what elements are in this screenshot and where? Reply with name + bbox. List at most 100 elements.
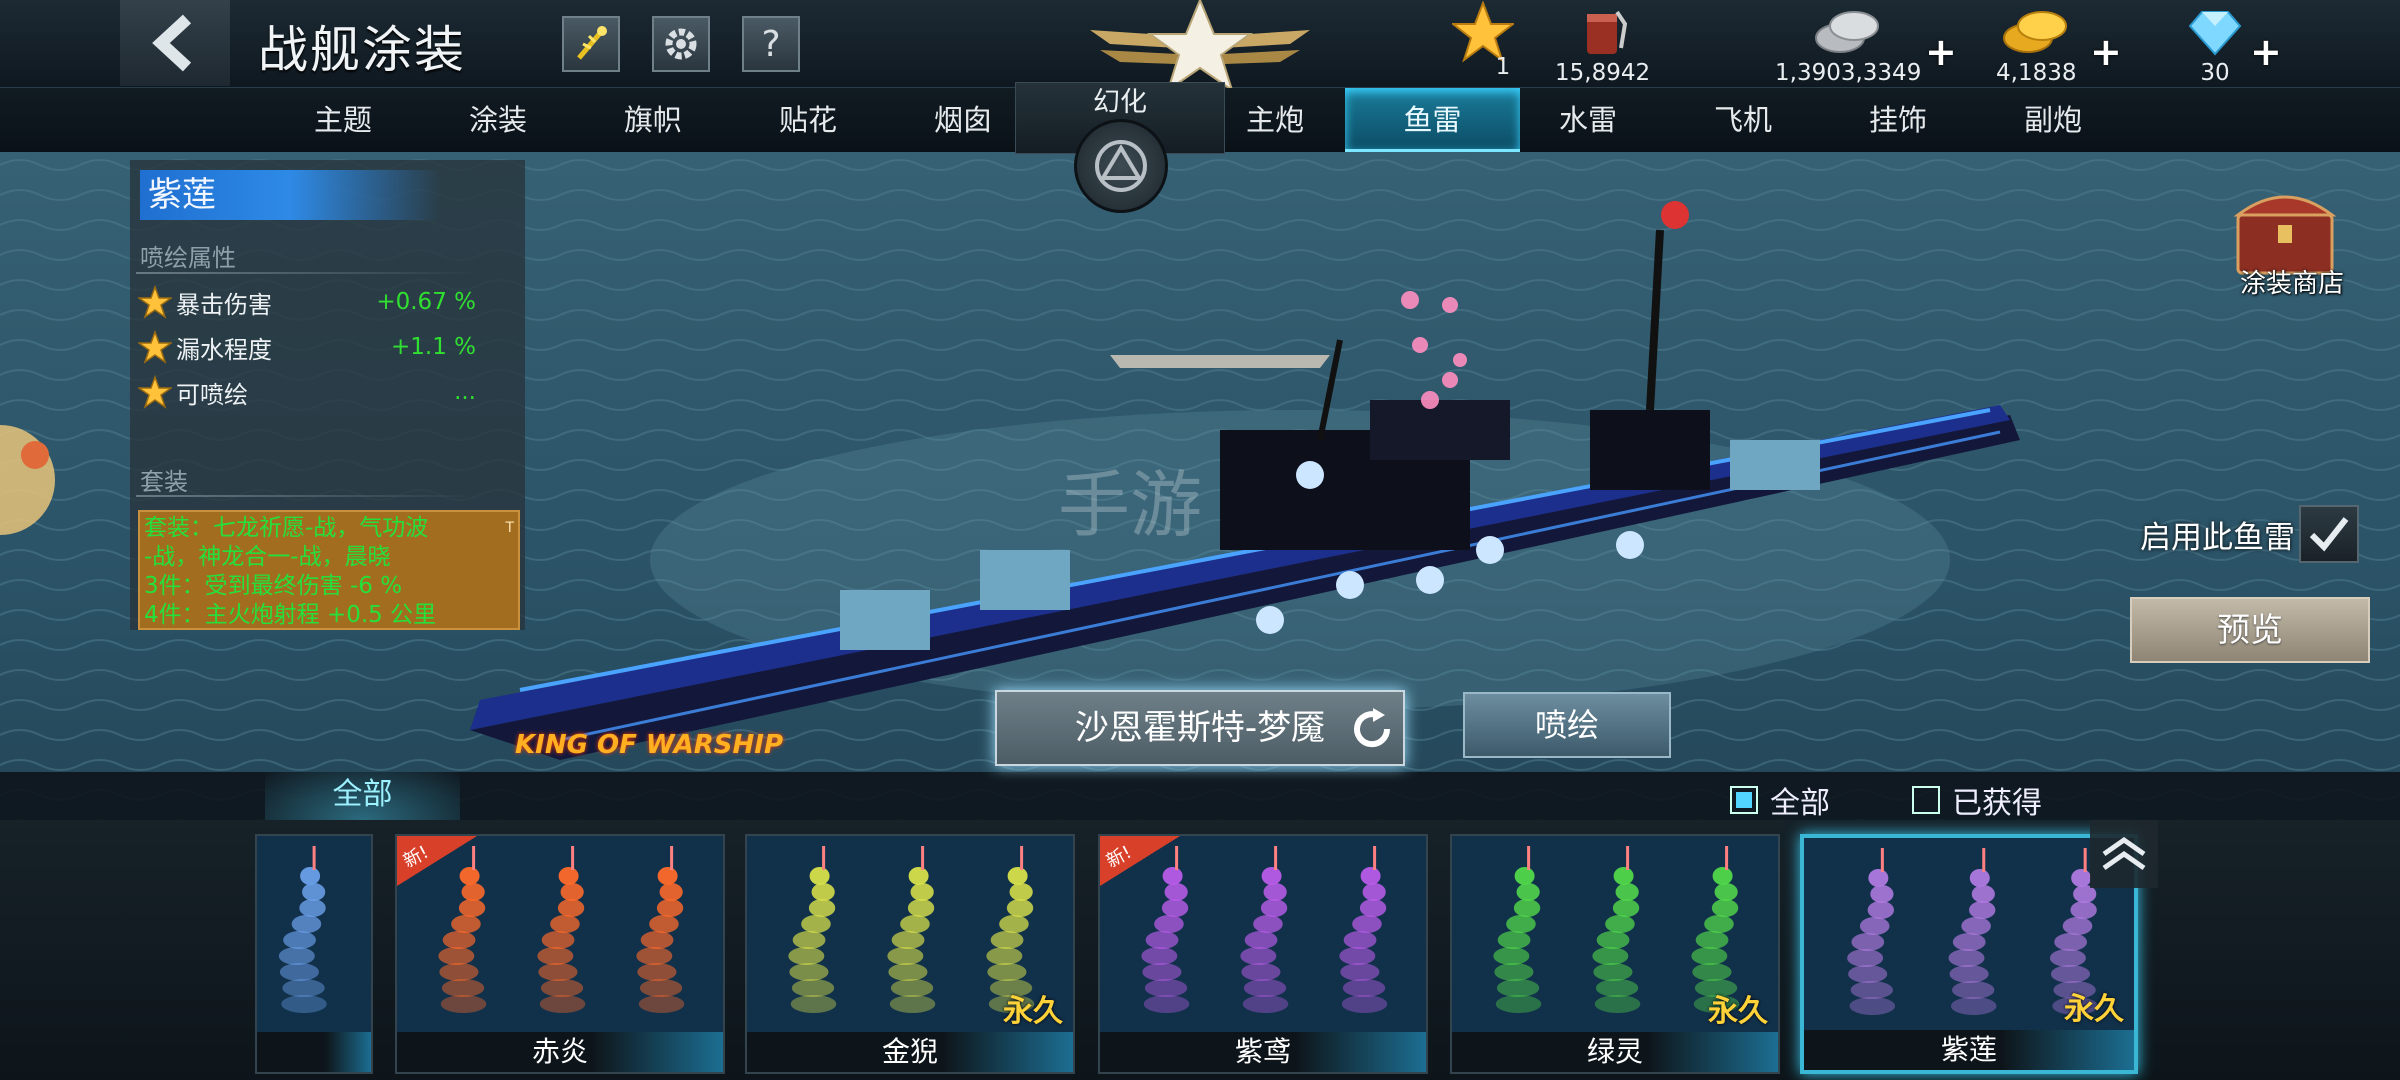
torpedo-effect-icon — [257, 836, 371, 1036]
add-gold-button[interactable]: + — [2090, 30, 2122, 74]
filter-bar: 全部 全部 已获得 — [0, 772, 2400, 822]
tab-paint[interactable]: 涂装 — [423, 88, 573, 152]
filter-option-owned[interactable]: 已获得 — [1912, 778, 2042, 822]
tab-decal[interactable]: 贴花 — [733, 88, 883, 152]
transform-icon — [1074, 119, 1168, 213]
ship-name: 沙恩霍斯特-梦魇 — [1074, 708, 1326, 748]
settings-button[interactable] — [652, 16, 710, 72]
transform-label: 幻化 — [1093, 87, 1147, 118]
add-silver-button[interactable]: + — [1925, 30, 1957, 74]
skin-card-name: 金猊 — [747, 1032, 1073, 1072]
skin-info-panel: 紫莲 喷绘属性 暴击伤害 +0.67 % 漏水程度 +1.1 % 可喷绘 ...… — [130, 160, 525, 630]
back-arrow-icon — [152, 14, 192, 72]
filter-all-label: 全部 — [1770, 786, 1830, 821]
tab-mine[interactable]: 水雷 — [1513, 88, 1663, 152]
filter-tab-all[interactable]: 全部 — [265, 772, 460, 820]
divider — [136, 495, 476, 497]
attribute-value: +1.1 % — [390, 334, 476, 360]
attribute-row: 暴击伤害 +0.67 % — [138, 282, 498, 322]
divider — [136, 272, 476, 274]
new-badge: 新! — [397, 836, 477, 886]
currency-gold: 4,1838 — [1996, 6, 2076, 86]
set-line: 套装：七龙祈愿-战，气功波 — [144, 515, 429, 541]
collapse-button[interactable] — [2090, 820, 2158, 888]
enable-torpedo-checkbox[interactable] — [2299, 505, 2359, 563]
filter-option-all[interactable]: 全部 — [1730, 778, 1830, 822]
currency-silver: 1,3903,3349 — [1775, 6, 1921, 86]
attribute-name: 漏水程度 — [176, 335, 272, 364]
paint-button[interactable]: 喷绘 — [1463, 692, 1671, 758]
double-chevron-up-icon — [2102, 836, 2146, 871]
set-tag: T — [505, 520, 514, 536]
skin-card[interactable]: 新! 赤炎 — [395, 834, 725, 1074]
attribute-value: ... — [454, 379, 476, 405]
ship-selector[interactable]: 沙恩霍斯特-梦魇 — [995, 690, 1405, 766]
tab-aircraft[interactable]: 飞机 — [1668, 88, 1818, 152]
paint-bucket-icon — [1586, 10, 1627, 54]
skin-card-list: 新! 赤炎 永久 金猊 新! 紫鸢 永久 绿灵 永久 紫莲 — [0, 820, 2400, 1080]
back-button[interactable] — [120, 0, 230, 86]
filter-owned-checkbox — [1912, 786, 1940, 814]
skin-card[interactable]: 永久 紫莲 — [1800, 834, 2138, 1074]
attributes-title: 喷绘属性 — [140, 244, 236, 272]
paint-shop-button[interactable]: 涂装商店 — [2210, 185, 2360, 305]
tab-theme[interactable]: 主题 — [268, 88, 418, 152]
attribute-row: 可喷绘 ... — [138, 372, 498, 412]
new-badge: 新! — [1100, 836, 1180, 886]
skin-card-name: 赤炎 — [397, 1032, 723, 1072]
skin-card-name: 紫莲 — [1804, 1030, 2134, 1070]
permanent-badge: 永久 — [1003, 994, 1063, 1029]
diamond-count: 30 — [2200, 60, 2230, 86]
silver-coin-icon — [1815, 11, 1880, 53]
filter-owned-label: 已获得 — [1952, 786, 2042, 821]
currency-diamond: 30 — [2180, 6, 2250, 86]
gear-icon — [665, 28, 697, 60]
skin-card[interactable]: 永久 绿灵 — [1450, 834, 1780, 1074]
top-bar: 战舰涂装 ? 1 15,8942 1,3903,3349 + 4,1838 + … — [0, 0, 2400, 93]
skin-card-name: 紫鸢 — [1100, 1032, 1426, 1072]
checkmark-icon — [2309, 517, 2349, 552]
skin-card[interactable]: 永久 金猊 — [745, 834, 1075, 1074]
skin-card-name: 绿灵 — [1452, 1032, 1778, 1072]
skin-card[interactable] — [255, 834, 373, 1074]
firework-icon — [577, 26, 607, 60]
attribute-name: 暴击伤害 — [176, 290, 272, 319]
add-diamond-button[interactable]: + — [2250, 30, 2282, 74]
set-line: 3件：受到最终伤害 -6 % — [144, 573, 403, 599]
filter-all-checkbox — [1730, 786, 1758, 814]
paint-count: 15,8942 — [1555, 60, 1651, 86]
star-count: 1 — [1495, 54, 1511, 80]
skin-name: 紫莲 — [140, 170, 440, 220]
help-button[interactable]: ? — [742, 16, 800, 72]
game-logo: KING OF WARSHIP — [515, 730, 783, 760]
enable-torpedo-label: 启用此鱼雷 — [2140, 519, 2295, 556]
switch-ship-icon — [1354, 708, 1391, 748]
attribute-row: 漏水程度 +1.1 % — [138, 327, 498, 367]
tab-ornament[interactable]: 挂饰 — [1823, 88, 1973, 152]
firework-button[interactable] — [562, 16, 620, 72]
gold-count: 4,1838 — [1996, 60, 2077, 86]
set-title: 套装 — [140, 468, 188, 496]
set-line: 4件：主火炮射程 +0.5 公里 — [144, 602, 437, 628]
skin-card-name — [257, 1032, 371, 1072]
star-icon — [138, 330, 172, 364]
currency-paint: 15,8942 — [1555, 6, 1650, 86]
attribute-name: 可喷绘 — [176, 380, 248, 409]
tab-torpedo[interactable]: 鱼雷 — [1345, 88, 1520, 152]
tab-flag[interactable]: 旗帜 — [578, 88, 728, 152]
attribute-value: +0.67 % — [376, 289, 476, 315]
silver-count: 1,3903,3349 — [1775, 60, 1922, 86]
permanent-badge: 永久 — [1708, 994, 1768, 1029]
diamond-icon — [2188, 11, 2242, 56]
help-icon: ? — [761, 23, 781, 65]
skin-card[interactable]: 新! 紫鸢 — [1098, 834, 1428, 1074]
transform-button[interactable]: 幻化 — [1015, 82, 1225, 213]
enable-torpedo-row: 启用此鱼雷 — [2140, 505, 2359, 563]
tab-secondary-gun[interactable]: 副炮 — [1978, 88, 2128, 152]
set-bonus-box: T 套装：七龙祈愿-战，气功波 -战，神龙合一-战，晨晓 3件：受到最终伤害 -… — [138, 510, 520, 630]
permanent-badge: 永久 — [2064, 992, 2124, 1027]
preview-button[interactable]: 预览 — [2130, 597, 2370, 663]
star-icon — [138, 375, 172, 409]
currency-star: 1 — [1452, 1, 1514, 80]
gold-coin-icon — [2003, 11, 2068, 53]
